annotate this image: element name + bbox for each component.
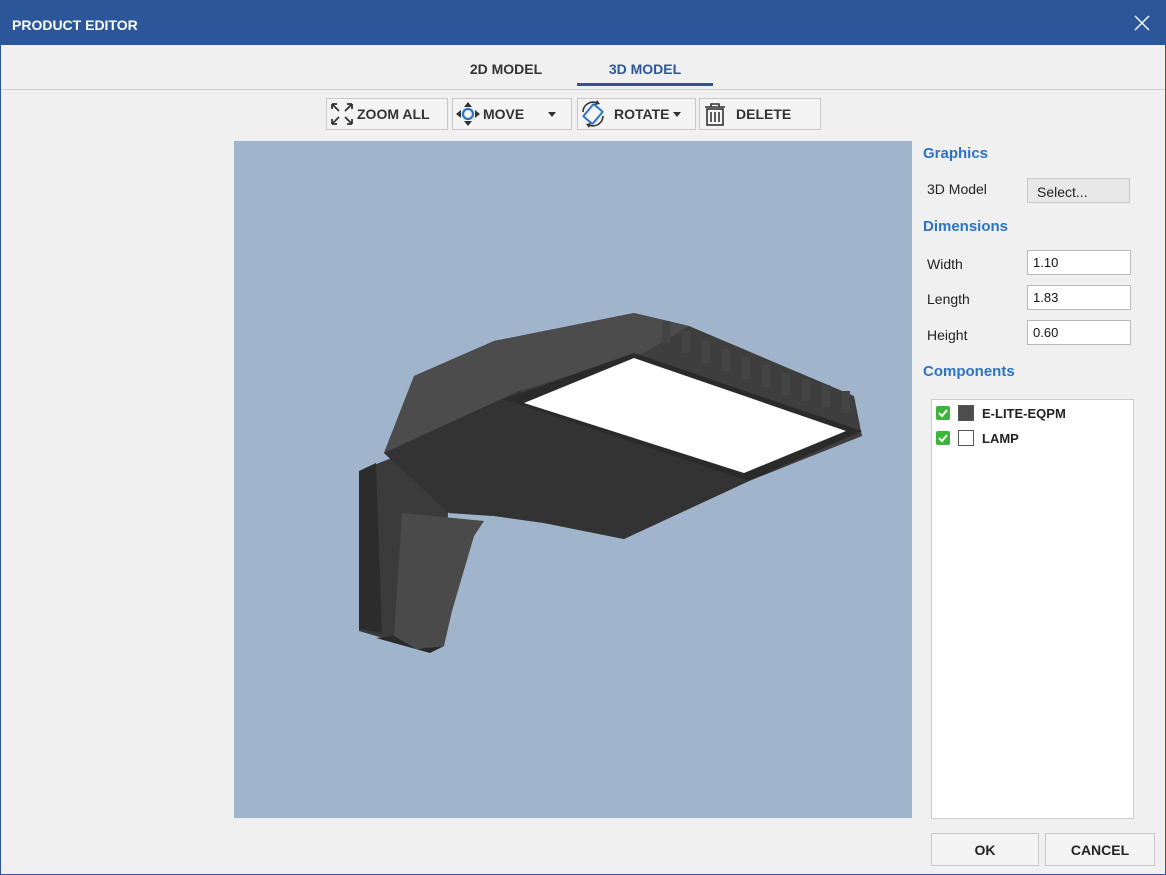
component-row-e-lite-eqpm[interactable]: E-LITE-EQPM [936, 403, 1066, 423]
move-icon [453, 99, 483, 129]
component-checkbox[interactable] [936, 431, 950, 445]
component-checkbox[interactable] [936, 406, 950, 420]
move-button[interactable]: MOVE [452, 98, 572, 130]
components-section-title: Components [923, 363, 1015, 380]
model-tabs: 2D MODEL 3D MODEL [1, 45, 1165, 89]
rotate-icon [578, 99, 608, 129]
move-dropdown-icon[interactable] [544, 111, 557, 117]
check-icon [938, 434, 948, 443]
close-button[interactable] [1119, 1, 1165, 45]
trash-icon [700, 99, 730, 129]
component-row-lamp[interactable]: LAMP [936, 428, 1019, 448]
zoom-all-icon [327, 99, 357, 129]
3d-viewport[interactable] [234, 141, 912, 818]
window-title: PRODUCT EDITOR [12, 17, 138, 33]
cancel-button[interactable]: CANCEL [1045, 833, 1155, 866]
component-name: LAMP [982, 430, 1019, 446]
tab-2d-model[interactable]: 2D MODEL [441, 61, 571, 85]
rotate-label: ROTATE [614, 106, 670, 122]
move-label: MOVE [483, 106, 525, 122]
length-label: Length [927, 291, 970, 307]
height-field[interactable] [1027, 320, 1131, 345]
component-name: E-LITE-EQPM [982, 405, 1066, 421]
product-editor-window: PRODUCT EDITOR 2D MODEL 3D MODEL ZOOM AL… [0, 0, 1166, 875]
rotate-button[interactable]: ROTATE [577, 98, 696, 130]
component-color-swatch [958, 430, 974, 446]
length-field[interactable] [1027, 285, 1131, 310]
graphics-section-title: Graphics [923, 145, 989, 162]
width-label: Width [927, 256, 963, 272]
component-color-swatch [958, 405, 974, 421]
3d-model-label: 3D Model [927, 181, 987, 197]
luminaire-3d-model [359, 313, 862, 653]
check-icon [938, 409, 948, 418]
components-list: E-LITE-EQPM LAMP [931, 399, 1134, 819]
rotate-dropdown-icon[interactable] [673, 111, 682, 117]
zoom-all-label: ZOOM ALL [357, 106, 430, 122]
title-bar: PRODUCT EDITOR [1, 1, 1165, 45]
width-field[interactable] [1027, 250, 1131, 275]
zoom-all-button[interactable]: ZOOM ALL [326, 98, 448, 130]
delete-button[interactable]: DELETE [699, 98, 821, 130]
tab-divider [1, 89, 1165, 90]
height-label: Height [927, 327, 968, 343]
tab-3d-model[interactable]: 3D MODEL [577, 61, 713, 86]
ok-button[interactable]: OK [931, 833, 1039, 866]
delete-label: DELETE [736, 106, 792, 122]
dimensions-section-title: Dimensions [923, 218, 1009, 235]
select-model-button[interactable]: Select... [1027, 178, 1130, 203]
close-icon [1134, 15, 1150, 31]
